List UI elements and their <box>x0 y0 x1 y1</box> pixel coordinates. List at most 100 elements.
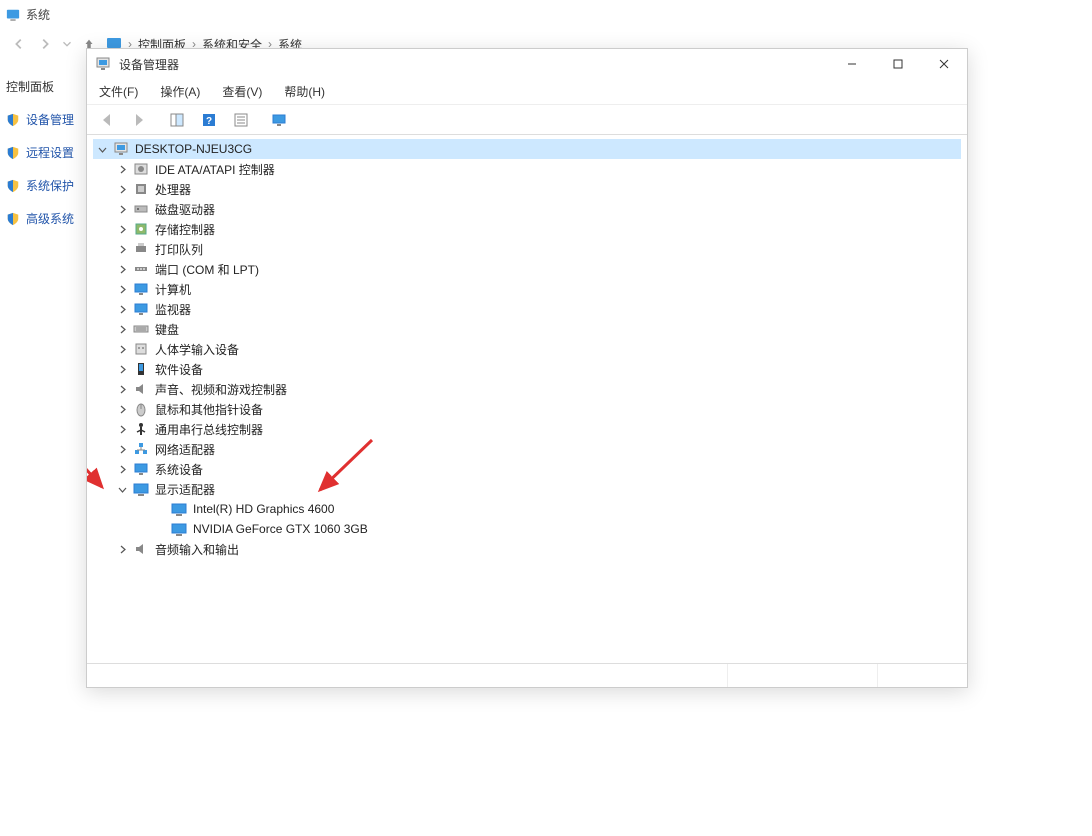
tree-category-label: 端口 (COM 和 LPT) <box>153 261 259 278</box>
tree-category-label: 人体学输入设备 <box>153 341 239 358</box>
close-button[interactable] <box>921 49 967 79</box>
twisty-closed-icon[interactable] <box>115 422 129 436</box>
tree-category[interactable]: 磁盘驱动器 <box>113 199 961 219</box>
bg-title-text: 系统 <box>26 6 50 23</box>
sidebar-item-label: 高级系统 <box>26 210 74 227</box>
nav-history-button[interactable] <box>58 32 76 56</box>
tree-category[interactable]: 声音、视频和游戏控制器 <box>113 379 961 399</box>
toolbar-scan-button[interactable] <box>265 108 293 132</box>
tree-category-label: 鼠标和其他指针设备 <box>153 401 263 418</box>
network-icon <box>133 441 149 457</box>
twisty-closed-icon[interactable] <box>115 222 129 236</box>
tree-category[interactable]: 人体学输入设备 <box>113 339 961 359</box>
monitor-icon <box>133 301 149 317</box>
tree-category-label: 音频输入和输出 <box>153 541 239 558</box>
tree-category-label: 计算机 <box>153 281 191 298</box>
tree-category[interactable]: 端口 (COM 和 LPT) <box>113 259 961 279</box>
dm-title-text: 设备管理器 <box>119 56 179 73</box>
tree-category[interactable]: IDE ATA/ATAPI 控制器 <box>113 159 961 179</box>
twisty-closed-icon[interactable] <box>115 282 129 296</box>
tree-category[interactable]: 监视器 <box>113 299 961 319</box>
tree-category[interactable]: 打印队列 <box>113 239 961 259</box>
twisty-closed-icon[interactable] <box>115 342 129 356</box>
tree-device-label: NVIDIA GeForce GTX 1060 3GB <box>191 522 368 536</box>
minimize-button[interactable] <box>829 49 875 79</box>
tree-category[interactable]: 存储控制器 <box>113 219 961 239</box>
tree-category[interactable]: 处理器 <box>113 179 961 199</box>
toolbar-showhide-button[interactable] <box>163 108 191 132</box>
menu-view[interactable]: 查看(V) <box>222 83 262 100</box>
toolbar-help-button[interactable]: ? <box>195 108 223 132</box>
toolbar-back-button[interactable] <box>93 108 121 132</box>
toolbar-properties-button[interactable] <box>227 108 255 132</box>
nav-forward-button[interactable] <box>32 32 58 56</box>
tree-root[interactable]: DESKTOP-NJEU3CG <box>93 139 961 159</box>
cpu-icon <box>133 181 149 197</box>
sidebar-header: 控制面板 <box>0 70 86 103</box>
dm-titlebar[interactable]: 设备管理器 <box>87 49 967 79</box>
tree-category[interactable]: 网络适配器 <box>113 439 961 459</box>
port-icon <box>133 261 149 277</box>
twisty-closed-icon[interactable] <box>115 542 129 556</box>
monitor-icon <box>133 281 149 297</box>
dm-toolbar: ? <box>87 105 967 135</box>
twisty-open-icon[interactable] <box>95 142 109 156</box>
sidebar-item-remote[interactable]: 远程设置 <box>0 136 86 169</box>
twisty-closed-icon[interactable] <box>115 462 129 476</box>
twisty-closed-icon[interactable] <box>115 382 129 396</box>
tree-category[interactable]: 软件设备 <box>113 359 961 379</box>
twisty-closed-icon[interactable] <box>115 402 129 416</box>
software-icon <box>133 361 149 377</box>
sidebar-item-advanced[interactable]: 高级系统 <box>0 202 86 235</box>
sidebar-item-label: 远程设置 <box>26 144 74 161</box>
mouse-icon <box>133 401 149 417</box>
twisty-closed-icon[interactable] <box>115 362 129 376</box>
shield-icon <box>6 113 20 127</box>
tree-category-label: 软件设备 <box>153 361 203 378</box>
sound-icon <box>133 381 149 397</box>
twisty-closed-icon[interactable] <box>115 242 129 256</box>
tree-category[interactable]: 计算机 <box>113 279 961 299</box>
tree-category-label: 打印队列 <box>153 241 203 258</box>
tree-category[interactable]: 鼠标和其他指针设备 <box>113 399 961 419</box>
printer-icon <box>133 241 149 257</box>
sidebar-item-device-manager[interactable]: 设备管理 <box>0 103 86 136</box>
sidebar-item-label: 设备管理 <box>26 111 74 128</box>
toolbar-forward-button[interactable] <box>125 108 153 132</box>
system-icon <box>133 461 149 477</box>
tree-category[interactable]: 系统设备 <box>113 459 961 479</box>
menu-file[interactable]: 文件(F) <box>99 83 138 100</box>
display-adapter-icon <box>171 501 187 517</box>
tree-category-label: 系统设备 <box>153 461 203 478</box>
tree-category-label: 显示适配器 <box>153 481 215 498</box>
tree-device[interactable]: NVIDIA GeForce GTX 1060 3GB <box>133 519 961 539</box>
twisty-closed-icon[interactable] <box>115 442 129 456</box>
tree-category-label: 监视器 <box>153 301 191 318</box>
tree-device[interactable]: Intel(R) HD Graphics 4600 <box>133 499 961 519</box>
disk-icon <box>133 201 149 217</box>
twisty-closed-icon[interactable] <box>115 302 129 316</box>
sidebar-item-protection[interactable]: 系统保护 <box>0 169 86 202</box>
storage-icon <box>133 221 149 237</box>
twisty-closed-icon[interactable] <box>115 182 129 196</box>
twisty-closed-icon[interactable] <box>115 262 129 276</box>
tree-root-label: DESKTOP-NJEU3CG <box>133 142 252 156</box>
menu-help[interactable]: 帮助(H) <box>284 83 325 100</box>
sound-icon <box>133 541 149 557</box>
tree-category-audio[interactable]: 音频输入和输出 <box>113 539 961 559</box>
twisty-closed-icon[interactable] <box>115 322 129 336</box>
usb-icon <box>133 421 149 437</box>
twisty-open-icon[interactable] <box>115 482 129 496</box>
maximize-button[interactable] <box>875 49 921 79</box>
tree-category-label: 处理器 <box>153 181 191 198</box>
tree-category-display-adapters[interactable]: 显示适配器 <box>113 479 961 499</box>
tree-category-label: 键盘 <box>153 321 179 338</box>
menu-action[interactable]: 操作(A) <box>160 83 200 100</box>
tree-category[interactable]: 键盘 <box>113 319 961 339</box>
computer-icon <box>113 141 129 157</box>
nav-back-button[interactable] <box>6 32 32 56</box>
dm-tree[interactable]: DESKTOP-NJEU3CG IDE ATA/ATAPI 控制器处理器磁盘驱动… <box>87 135 967 663</box>
tree-category[interactable]: 通用串行总线控制器 <box>113 419 961 439</box>
twisty-closed-icon[interactable] <box>115 202 129 216</box>
twisty-closed-icon[interactable] <box>115 162 129 176</box>
